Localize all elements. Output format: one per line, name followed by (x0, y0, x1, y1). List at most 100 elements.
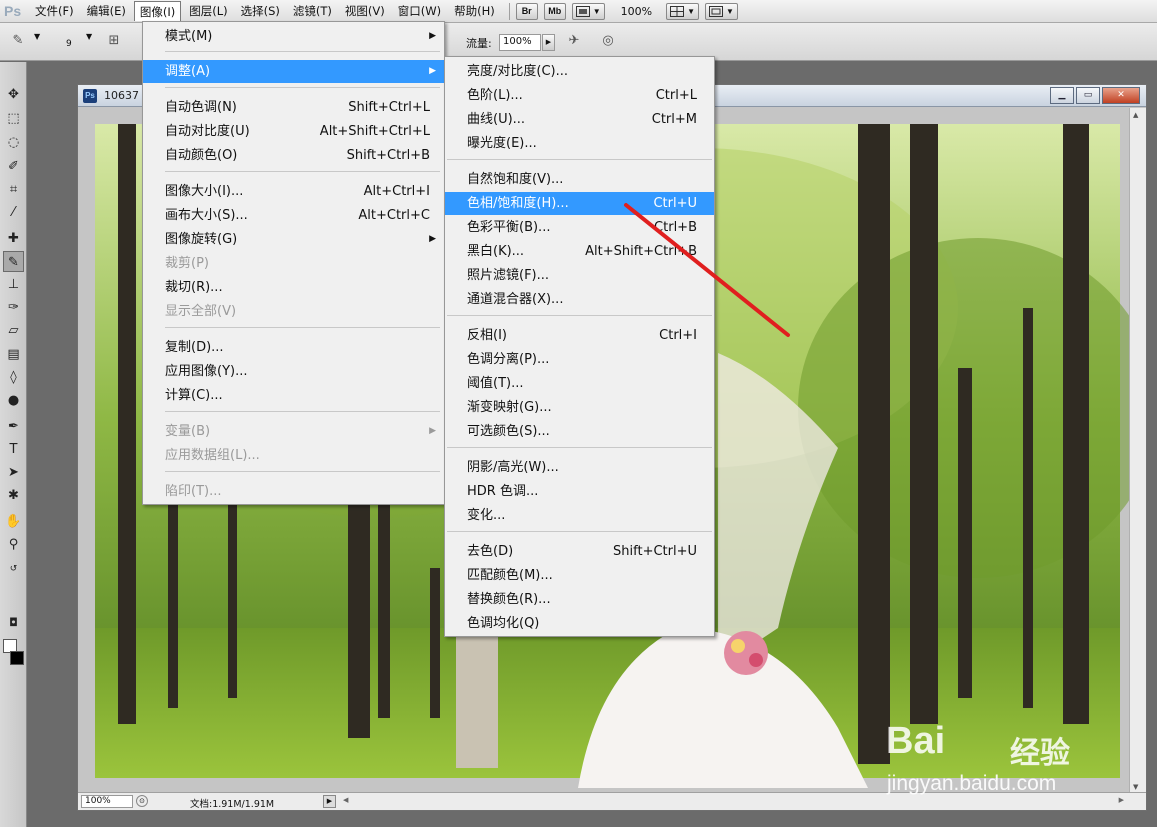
scroll-right-icon[interactable]: ▶ (1119, 796, 1124, 804)
menu-item-mode[interactable]: 模式(M) ▶ (143, 25, 444, 48)
menu-item-equalize[interactable]: 色调均化(Q) (445, 612, 714, 635)
menu-item-trap: 陷印(T)... (165, 484, 222, 499)
pen-tool-icon[interactable]: ✒ (3, 416, 24, 437)
status-info-icon[interactable]: ⊙ (136, 795, 148, 807)
menu-item-hue-saturation[interactable]: 色相/饱和度(H)... Ctrl+U (445, 192, 714, 215)
menu-item-levels[interactable]: 色阶(L)... Ctrl+L (445, 84, 714, 107)
menu-view[interactable]: 视图(V) (340, 1, 390, 21)
quick-select-tool-icon[interactable]: ✐ (3, 156, 24, 177)
bridge-button[interactable]: Br (515, 2, 538, 20)
menu-item-auto-tone[interactable]: 自动色调(N) Shift+Ctrl+L (143, 96, 444, 119)
menu-item-variations[interactable]: 变化... (445, 504, 714, 527)
flow-input[interactable]: 100% (499, 34, 541, 51)
menu-item-canvas-size[interactable]: 画布大小(S)... Alt+Ctrl+C (143, 204, 444, 227)
type-tool-icon[interactable]: T (3, 439, 24, 460)
lasso-tool-icon[interactable]: ◌ (3, 132, 24, 153)
brush-tool-icon[interactable]: ✎ (3, 251, 24, 272)
menu-edit[interactable]: 编辑(E) (82, 1, 131, 21)
preset-caret-icon[interactable]: ▼ (34, 32, 40, 41)
flow-dropdown-icon[interactable]: ▶ (542, 34, 555, 51)
arrange-documents-button[interactable]: ▼ (666, 2, 699, 20)
move-tool-icon[interactable]: ✥ (3, 84, 24, 105)
menu-item-desaturate[interactable]: 去色(D) Shift+Ctrl+U (445, 540, 714, 563)
menu-item-image-rotation[interactable]: 图像旋转(G) ▶ (143, 228, 444, 251)
gradient-tool-icon[interactable]: ▤ (3, 344, 24, 365)
menu-item-apply-image[interactable]: 应用图像(Y)... (143, 360, 444, 383)
menu-item-photo-filter[interactable]: 照片滤镜(F)... (445, 264, 714, 287)
menu-item-exposure[interactable]: 曝光度(E)... (445, 132, 714, 155)
quick-mask-icon[interactable]: ◘ (3, 612, 24, 633)
scroll-left-icon[interactable]: ◀ (343, 796, 348, 804)
status-zoom-input[interactable]: 100% (81, 795, 133, 808)
menu-file[interactable]: 文件(F) (30, 1, 79, 21)
scroll-down-icon[interactable]: ▼ (1133, 783, 1138, 791)
menu-item-image-size[interactable]: 图像大小(I)... Alt+Ctrl+I (143, 180, 444, 203)
healing-brush-tool-icon[interactable]: ✚ (3, 228, 24, 249)
menu-help[interactable]: 帮助(H) (449, 1, 500, 21)
crop-tool-icon[interactable]: ⌗ (3, 179, 24, 200)
marquee-tool-icon[interactable]: ⬚ (3, 108, 24, 129)
brush-size-value[interactable]: 9 (66, 39, 72, 49)
menu-item-posterize[interactable]: 色调分离(P)... (445, 348, 714, 371)
view-extras-button[interactable]: ▼ (571, 2, 605, 20)
mini-bridge-button[interactable]: Mb (543, 2, 566, 20)
menu-item-curves[interactable]: 曲线(U)... Ctrl+M (445, 108, 714, 131)
close-button[interactable]: ✕ (1102, 87, 1140, 104)
menu-item-shadows-highlights[interactable]: 阴影/高光(W)... (445, 456, 714, 479)
menu-item-duplicate[interactable]: 复制(D)... (143, 336, 444, 359)
tools-panel: ✥ ⬚ ◌ ✐ ⌗ ⁄ ✚ ✎ ⊥ ✑ ▱ ▤ ◊ ● ✒ T ➤ ✱ ✋ ⚲ … (0, 62, 27, 827)
menu-item-invert[interactable]: 反相(I) Ctrl+I (445, 324, 714, 347)
menu-separator (165, 51, 440, 52)
menu-image[interactable]: 图像(I) (133, 1, 182, 21)
scroll-up-icon[interactable]: ▲ (1133, 111, 1138, 119)
menu-item-threshold[interactable]: 阈值(T)... (445, 372, 714, 395)
path-selection-tool-icon[interactable]: ➤ (3, 462, 24, 483)
menu-item-black-white[interactable]: 黑白(K)... Alt+Shift+Ctrl+B (445, 240, 714, 263)
brush-picker-caret-icon[interactable]: ▼ (86, 32, 92, 41)
status-menu-icon[interactable]: ▶ (323, 795, 336, 808)
menu-item-match-color[interactable]: 匹配颜色(M)... (445, 564, 714, 587)
clone-stamp-tool-icon[interactable]: ⊥ (3, 274, 24, 295)
image-menu: 模式(M) ▶ 调整(A) ▶ 自动色调(N) Shift+Ctrl+L 自动对… (142, 21, 445, 505)
brush-tool-preset-icon[interactable]: ✎ (8, 32, 28, 52)
history-brush-tool-icon[interactable]: ✑ (3, 297, 24, 318)
brush-panel-icon[interactable]: ⊞ (104, 32, 124, 52)
menu-item-gradient-map[interactable]: 渐变映射(G)... (445, 396, 714, 419)
zoom-tool-icon[interactable]: ⚲ (3, 534, 24, 555)
menu-separator (165, 471, 440, 472)
menu-item-auto-contrast[interactable]: 自动对比度(U) Alt+Shift+Ctrl+L (143, 120, 444, 143)
menu-item-trim[interactable]: 裁切(R)... (143, 276, 444, 299)
hand-tool-icon[interactable]: ✋ (3, 511, 24, 532)
menu-select[interactable]: 选择(S) (236, 1, 285, 21)
menu-item-brightness-contrast[interactable]: 亮度/对比度(C)... (445, 60, 714, 83)
screen-mode-button[interactable]: ▼ (705, 2, 738, 20)
menu-item-adjustments[interactable]: 调整(A) ▶ (143, 60, 444, 83)
minimize-button[interactable]: ▁ (1050, 87, 1074, 104)
zoom-level[interactable]: 100% (621, 5, 652, 18)
menu-separator (447, 159, 712, 160)
background-color-swatch[interactable] (10, 651, 24, 665)
airbrush-icon[interactable]: ✈ (564, 32, 584, 52)
vertical-scrollbar[interactable]: ▲ ▼ (1129, 108, 1146, 794)
menu-item-color-balance[interactable]: 色彩平衡(B)... Ctrl+B (445, 216, 714, 239)
baidu-watermark-logo: Bai (886, 720, 946, 762)
menu-item-auto-color[interactable]: 自动颜色(O) Shift+Ctrl+B (143, 144, 444, 167)
menu-item-vibrance[interactable]: 自然饱和度(V)... (445, 168, 714, 191)
menu-item-calculations[interactable]: 计算(C)... (143, 384, 444, 407)
menu-item-replace-color[interactable]: 替换颜色(R)... (445, 588, 714, 611)
swap-colors-icon[interactable]: ↺ (3, 559, 24, 580)
eyedropper-tool-icon[interactable]: ⁄ (3, 202, 24, 223)
menu-item-selective-color[interactable]: 可选颜色(S)... (445, 420, 714, 443)
shape-tool-icon[interactable]: ✱ (3, 485, 24, 506)
dodge-tool-icon[interactable]: ● (3, 390, 24, 411)
menu-item-channel-mixer[interactable]: 通道混合器(X)... (445, 288, 714, 311)
blur-tool-icon[interactable]: ◊ (3, 367, 24, 388)
menu-layer[interactable]: 图层(L) (184, 1, 232, 21)
eraser-tool-icon[interactable]: ▱ (3, 320, 24, 341)
menu-filter[interactable]: 滤镜(T) (288, 1, 337, 21)
menu-item-hdr-toning[interactable]: HDR 色调... (445, 480, 714, 503)
menu-window[interactable]: 窗口(W) (393, 1, 446, 21)
menu-item-crop: 裁剪(P) (165, 256, 209, 271)
tablet-pressure-icon[interactable]: ◎ (598, 32, 618, 52)
restore-button[interactable]: ▭ (1076, 87, 1100, 104)
